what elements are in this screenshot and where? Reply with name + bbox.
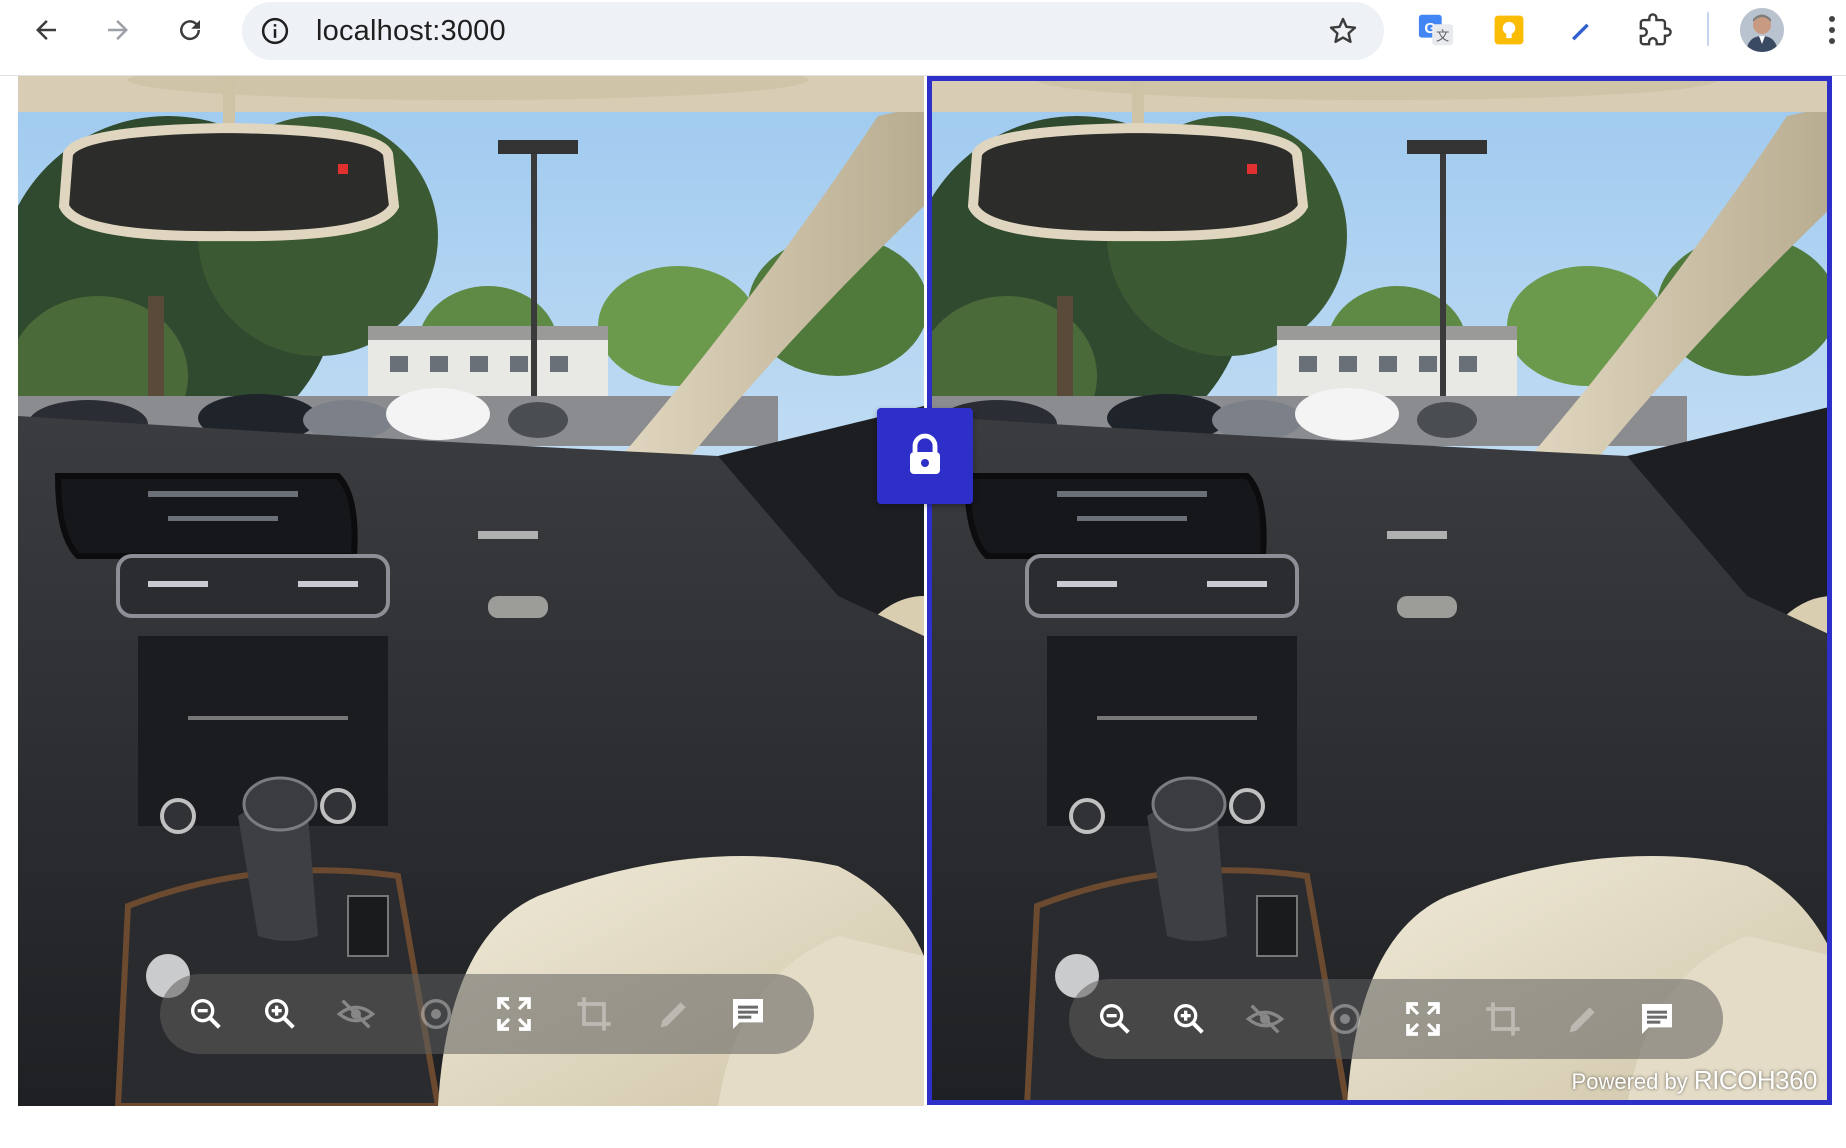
toolbar-divider — [1707, 12, 1709, 46]
viewer-toolbar — [160, 974, 814, 1054]
markup-button[interactable] — [650, 990, 698, 1038]
eye-off-icon — [1245, 1004, 1285, 1034]
crop-icon — [577, 997, 611, 1031]
avatar[interactable] — [1740, 8, 1784, 52]
pen-extension-icon[interactable] — [1558, 8, 1602, 52]
info-icon[interactable] — [258, 14, 292, 48]
crop-icon — [1486, 1002, 1520, 1036]
hotspot-icon — [1330, 1004, 1360, 1034]
hide-button[interactable] — [1241, 995, 1289, 1043]
arrow-back-icon — [36, 20, 56, 40]
back-button[interactable] — [24, 8, 68, 52]
google-translate-icon[interactable]: G 文 — [1414, 8, 1458, 52]
hotspot-icon — [421, 999, 451, 1029]
panorama-image[interactable] — [18, 76, 924, 1106]
powered-by-brand: RICOH360 — [1693, 1065, 1818, 1095]
viewer-toolbar — [1069, 979, 1723, 1059]
powered-by-prefix: Powered by — [1571, 1069, 1688, 1094]
viewer-left[interactable] — [18, 76, 924, 1106]
markup-button[interactable] — [1559, 995, 1607, 1043]
zoom-out-button[interactable] — [182, 990, 230, 1038]
zoom-in-icon — [1174, 1004, 1204, 1034]
pencil-icon — [1569, 1007, 1595, 1033]
sync-lock-button[interactable] — [877, 408, 973, 504]
crop-button[interactable] — [1479, 995, 1527, 1043]
google-keep-icon[interactable] — [1487, 8, 1531, 52]
hotspot-button[interactable] — [412, 990, 460, 1038]
zoom-out-button[interactable] — [1091, 995, 1139, 1043]
fullscreen-icon — [1406, 1002, 1440, 1036]
fullscreen-button[interactable] — [1399, 995, 1447, 1043]
forward-button[interactable] — [96, 8, 140, 52]
address-bar[interactable]: localhost:3000 — [242, 2, 1384, 60]
kebab-menu-icon[interactable] — [1818, 8, 1846, 52]
zoom-out-icon — [191, 999, 221, 1029]
lock-icon — [910, 433, 940, 474]
eye-off-icon — [336, 999, 376, 1029]
crop-button[interactable] — [570, 990, 618, 1038]
hide-button[interactable] — [332, 990, 380, 1038]
fullscreen-button[interactable] — [490, 990, 538, 1038]
arrow-forward-icon — [108, 20, 128, 40]
zoom-in-button[interactable] — [1165, 995, 1213, 1043]
panorama-image[interactable] — [927, 76, 1832, 1105]
viewer-right[interactable]: Powered by RICOH360 — [927, 76, 1832, 1105]
comment-icon — [1642, 1004, 1672, 1034]
pencil-icon — [660, 1002, 686, 1028]
browser-toolbar: localhost:3000 G 文 — [0, 0, 1846, 76]
svg-text:文: 文 — [1436, 28, 1449, 43]
hotspot-button[interactable] — [1321, 995, 1369, 1043]
puzzle-icon[interactable] — [1633, 8, 1677, 52]
reload-button[interactable] — [168, 8, 212, 52]
comment-button[interactable] — [724, 990, 772, 1038]
fullscreen-icon — [497, 997, 531, 1031]
zoom-in-icon — [265, 999, 295, 1029]
zoom-out-icon — [1100, 1004, 1130, 1034]
reload-icon — [180, 20, 201, 41]
powered-by-label: Powered by RICOH360 — [1571, 1065, 1818, 1096]
url-text[interactable]: localhost:3000 — [316, 15, 506, 48]
star-icon[interactable] — [1324, 12, 1362, 50]
zoom-in-button[interactable] — [256, 990, 304, 1038]
comment-icon — [733, 999, 763, 1029]
comment-button[interactable] — [1633, 995, 1681, 1043]
